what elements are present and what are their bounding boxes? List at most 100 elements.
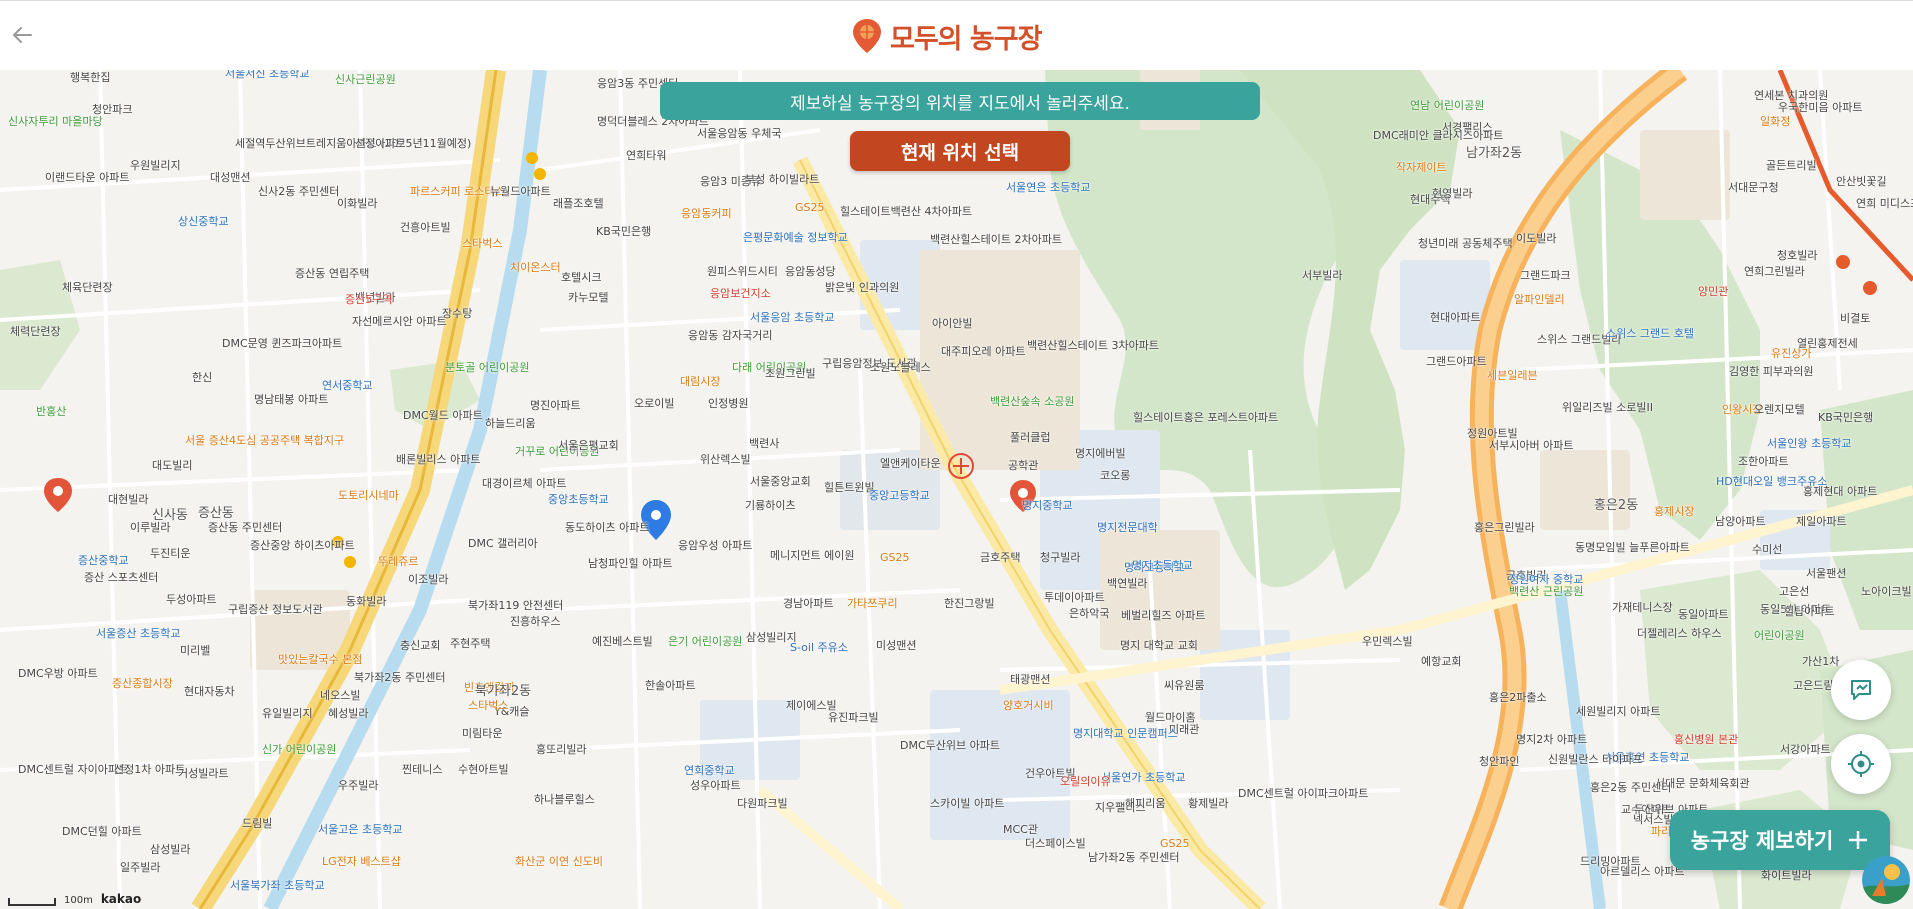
court-marker-1[interactable] bbox=[44, 478, 72, 512]
map-label: 은하악국 bbox=[1069, 607, 1110, 620]
map-label: 다원파크빌 bbox=[737, 797, 788, 810]
map-label: 신사근린공원 bbox=[335, 73, 396, 86]
map-label: 구립증산 정보도서관 bbox=[228, 603, 323, 616]
map-label: LG전자 베스트샵 bbox=[322, 855, 401, 868]
map-label: 홍제현대 아파트 bbox=[1803, 485, 1878, 498]
map-label: 인정병원 bbox=[708, 397, 749, 410]
current-location-marker bbox=[641, 500, 671, 540]
map-label: 분토골 어린이공원 bbox=[445, 361, 530, 374]
map-label: 유진파크빌 bbox=[828, 711, 879, 724]
map-label: 서울연은 초등학교 bbox=[1006, 181, 1091, 194]
map-label: 스위스 그랜드 호텔 bbox=[1606, 327, 1694, 340]
select-current-location-button[interactable]: 현재 위치 선택 bbox=[850, 131, 1070, 171]
map-label: 자선메르시안 아파트 bbox=[352, 315, 447, 328]
map-label: 증산종합시장 bbox=[112, 677, 173, 690]
feedback-button[interactable] bbox=[1831, 660, 1891, 720]
map-label: 연희그린빌라 bbox=[1744, 265, 1805, 278]
map-label: 세절역두산위브트레지움아파트 (2025년11월예정) bbox=[235, 137, 472, 150]
report-court-button[interactable]: 농구장 제보하기 bbox=[1670, 810, 1890, 870]
map-label: 체력단련장 bbox=[10, 325, 61, 338]
arrow-left-icon bbox=[13, 27, 32, 43]
report-court-label: 농구장 제보하기 bbox=[1690, 829, 1834, 853]
map-label: 힐튼트윈빌 bbox=[824, 481, 875, 494]
map-label: 경남아파트 bbox=[783, 597, 834, 610]
map-label: 가산1차 bbox=[1802, 655, 1840, 668]
map-label: 동화빌라 bbox=[346, 595, 387, 608]
map-view[interactable]: 행복한집 신사자투리 마을마당 청안파크 서울서신 초등학교 신사근린공원 세절역두산위브… bbox=[0, 70, 1913, 909]
map-label: 일화정 bbox=[1760, 115, 1791, 128]
back-button[interactable] bbox=[8, 21, 36, 49]
instruction-banner: 제보하실 농구장의 위치를 지도에서 놀러주세요. bbox=[660, 82, 1260, 120]
map-label: 홍은2파출소 bbox=[1489, 691, 1547, 704]
map-label: 신가 어린이공원 bbox=[262, 743, 337, 756]
map-label: 청구빌라 bbox=[1040, 551, 1081, 564]
map-label: 주현주택 bbox=[450, 637, 491, 650]
map-label: 맛있는칼국수 본점 bbox=[278, 653, 363, 666]
map-label: 한진그랑빌 bbox=[944, 597, 995, 610]
map-label: 양호거시비 bbox=[1003, 699, 1054, 712]
location-pin-icon bbox=[853, 19, 881, 53]
map-label: 안산빗꽃길 bbox=[1836, 175, 1887, 188]
map-label: 서울북가좌 초등학교 bbox=[230, 879, 325, 892]
map-label: 서울중앙교회 bbox=[750, 475, 811, 488]
map-label: 서대문구청 bbox=[1728, 181, 1779, 194]
map-label: 서부빌라 bbox=[1302, 269, 1343, 282]
map-label: 연희중학교 bbox=[684, 764, 735, 777]
map-label: 힐탑아파트 bbox=[1784, 605, 1835, 618]
map-label: 가타쯔쿠리 bbox=[847, 597, 898, 610]
map-label: DMC 갤러리아 bbox=[468, 537, 538, 550]
map-label: 그랜드아파트 bbox=[1426, 355, 1487, 368]
map-label: 기룡하이츠 bbox=[745, 499, 796, 512]
map-label: 장수탕 bbox=[442, 307, 473, 320]
map-label: 베벌리힐즈 아파트 bbox=[1121, 609, 1206, 622]
map-label: 투데이아파트 bbox=[1044, 591, 1105, 604]
map-label: GS25 bbox=[795, 201, 825, 214]
map-label: 미리벨 bbox=[180, 644, 211, 657]
map-label: 코오롱 bbox=[1100, 469, 1131, 482]
map-label: 중앙고등학교 bbox=[869, 489, 930, 502]
map-label: 남가좌2동 bbox=[1466, 146, 1523, 161]
map-label: 황제빌라 bbox=[1188, 797, 1229, 810]
map-label: 백련산힐스테이트 3차아파트 bbox=[1027, 339, 1159, 352]
map-label: 세원빌리지 아파트 bbox=[1576, 705, 1661, 718]
map-label: 청년미래 공동체주택 bbox=[1418, 237, 1513, 250]
map-label: 체육단련장 bbox=[62, 281, 113, 294]
map-label: 현대아파트 bbox=[1430, 311, 1481, 324]
map-label: 우민렉스빌 bbox=[1362, 635, 1413, 648]
map-label: 가재테니스장 bbox=[1612, 601, 1673, 614]
map-label: 응암동성당 bbox=[785, 265, 836, 278]
chat-bubble-icon bbox=[1851, 680, 1871, 700]
map-label: GS25 bbox=[880, 551, 910, 564]
map-label: 신사2동 주민센터 bbox=[258, 185, 340, 198]
app-root: 모두의 농구장 행복한집 신사자투리 마을마당 청안파크 서울서신 초등학교 신… bbox=[0, 0, 1913, 909]
map-label: 대현빌라 bbox=[108, 493, 149, 506]
map-label: 세븐일레븐 bbox=[1487, 369, 1538, 382]
map-label: 하나블루힐스 bbox=[534, 793, 595, 806]
map-label: 래플조호텔 bbox=[553, 197, 604, 210]
map-label: 오렌지모텔 bbox=[1754, 403, 1805, 416]
map-label: 알파인델리 bbox=[1514, 293, 1565, 306]
map-label: 위일리즈빌 소로빌II bbox=[1562, 401, 1653, 414]
map-label: 증산 스포츠센터 bbox=[84, 571, 159, 584]
map-label: 증산중학교 bbox=[78, 554, 129, 567]
map-label: 동도하이츠 아파트 bbox=[565, 521, 650, 534]
map-label: 선정아파트 bbox=[355, 137, 406, 150]
map-label: 백련산 근린공원 bbox=[1509, 585, 1584, 598]
map-label: 북가좌2동 주민센터 bbox=[354, 671, 446, 684]
map-label: 서울팬션 bbox=[1806, 567, 1847, 580]
map-label: 미림타운 bbox=[462, 727, 503, 740]
map-label: 골든트리빌 bbox=[1766, 159, 1817, 172]
map-label: 중앙초등학교 bbox=[548, 493, 609, 506]
map-label: 거성빌라트 bbox=[178, 767, 229, 780]
map-label: 백련사 bbox=[749, 437, 780, 450]
map-label: 응암우성 아파트 bbox=[678, 539, 753, 552]
map-label: 증산동 bbox=[198, 506, 234, 521]
map-label: 힐스테이트홍은 포레스트아파트 bbox=[1133, 411, 1279, 424]
avatar[interactable] bbox=[1862, 856, 1910, 904]
locate-me-button[interactable] bbox=[1831, 734, 1891, 794]
map-label: 대경이르체 아파트 bbox=[482, 477, 567, 490]
map-label: 오로이빌 bbox=[634, 397, 675, 410]
map-label: 스카이빌 아파트 bbox=[930, 797, 1005, 810]
map-label: 홍은2동 bbox=[1594, 498, 1639, 513]
map-label: 홍은2동 주민센터 bbox=[1590, 781, 1672, 794]
